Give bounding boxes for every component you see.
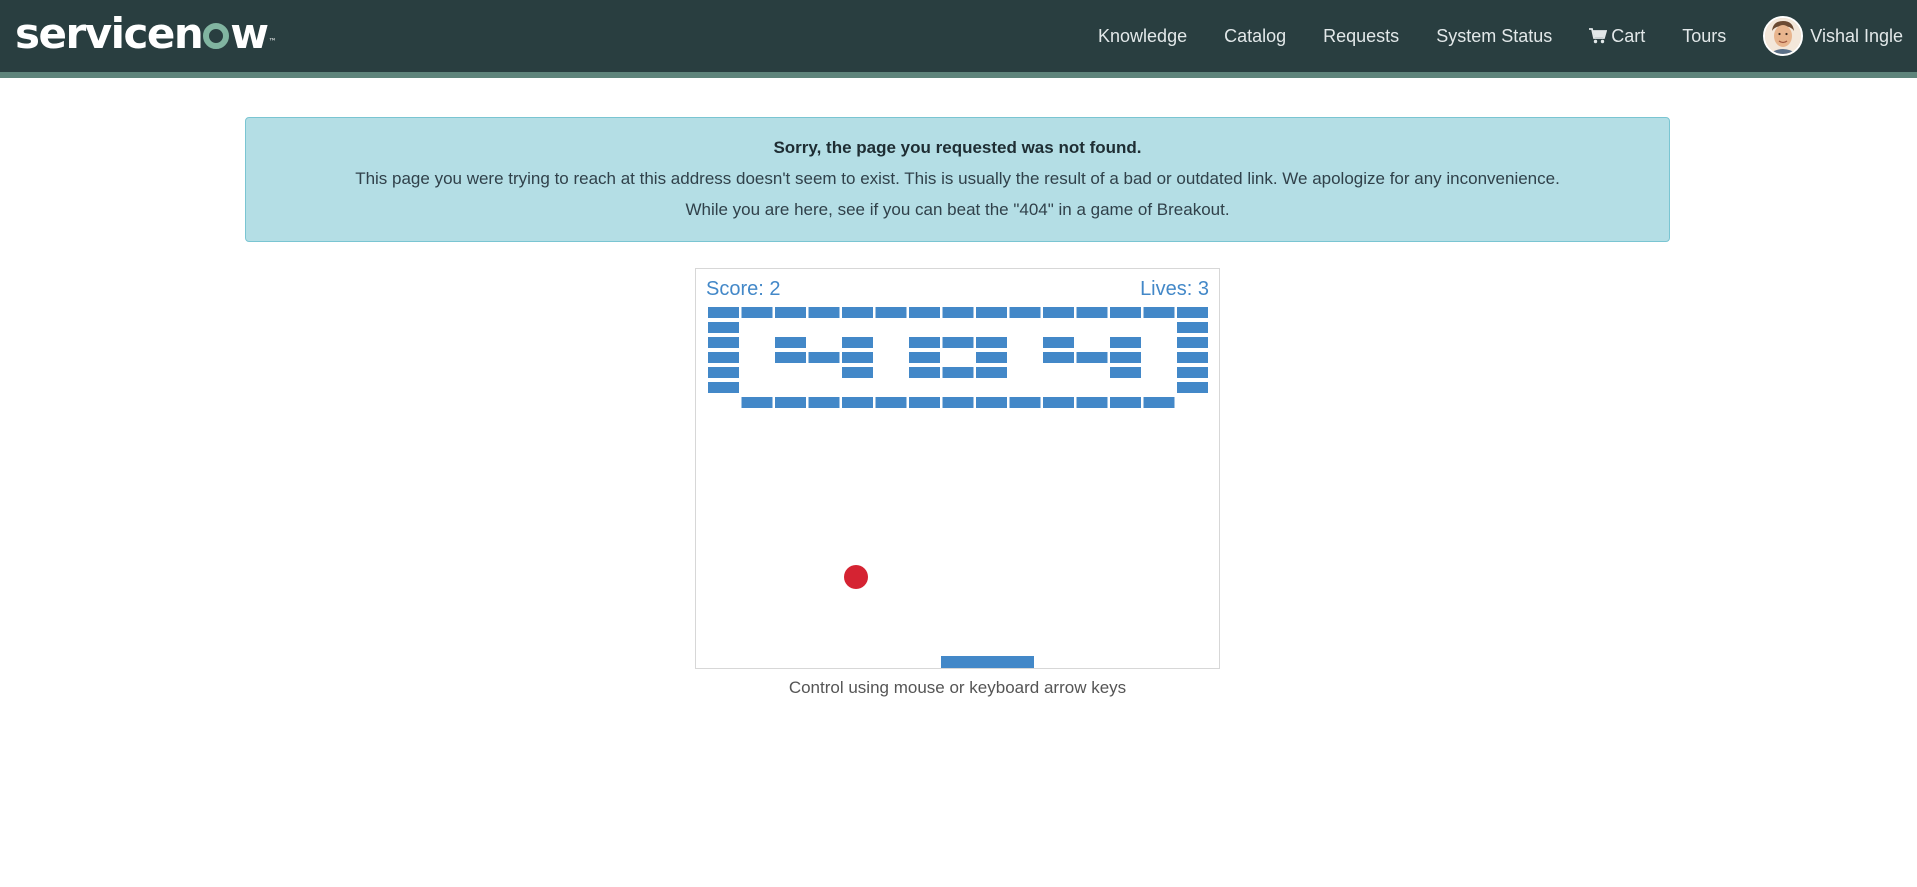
brick bbox=[1110, 367, 1141, 378]
brick bbox=[875, 307, 907, 318]
brick bbox=[1110, 307, 1141, 318]
brick bbox=[741, 307, 773, 318]
nav-tours[interactable]: Tours bbox=[1682, 26, 1726, 47]
page-not-found-alert: Sorry, the page you requested was not fo… bbox=[245, 117, 1670, 242]
brick bbox=[1177, 382, 1208, 393]
brick bbox=[909, 352, 940, 363]
brick bbox=[1143, 397, 1175, 408]
brick bbox=[842, 307, 873, 318]
game-controls-hint: Control using mouse or keyboard arrow ke… bbox=[788, 678, 1127, 697]
logo-wordmark-part-2: w bbox=[230, 8, 269, 58]
brick bbox=[708, 352, 739, 363]
brick bbox=[909, 337, 940, 348]
nav-catalog[interactable]: Catalog bbox=[1224, 26, 1286, 47]
logo-o-ring-icon bbox=[203, 23, 230, 49]
logo-trademark: ™ bbox=[268, 37, 277, 46]
brick bbox=[1076, 352, 1108, 363]
brick bbox=[808, 352, 840, 363]
alert-game-prompt: While you are here, see if you can beat … bbox=[685, 200, 1230, 219]
servicenow-logo[interactable]: servicen w ™ bbox=[15, 8, 277, 58]
brick bbox=[909, 397, 940, 408]
main-nav: Knowledge Catalog Requests System Status… bbox=[1061, 0, 1903, 72]
brick bbox=[1043, 352, 1074, 363]
brick bbox=[875, 397, 907, 408]
brick bbox=[741, 397, 773, 408]
brick bbox=[1043, 397, 1074, 408]
brick bbox=[976, 352, 1007, 363]
breakout-game-svg[interactable]: Score: 2 Lives: 3 bbox=[696, 269, 1219, 668]
game-paddle[interactable] bbox=[941, 656, 1034, 668]
brick bbox=[942, 337, 974, 348]
brick bbox=[942, 397, 974, 408]
brick bbox=[1177, 322, 1208, 333]
brick bbox=[1110, 337, 1141, 348]
brick bbox=[708, 307, 739, 318]
brick bbox=[708, 382, 739, 393]
logo-wordmark-part-1: servicen bbox=[15, 8, 204, 58]
brick bbox=[1076, 397, 1108, 408]
brick bbox=[1009, 397, 1041, 408]
nav-requests[interactable]: Requests bbox=[1323, 26, 1399, 47]
brick bbox=[775, 397, 806, 408]
brick bbox=[976, 337, 1007, 348]
brick bbox=[775, 352, 806, 363]
nav-system-status[interactable]: System Status bbox=[1436, 26, 1552, 47]
brick bbox=[842, 397, 873, 408]
alert-message: This page you were trying to reach at th… bbox=[355, 169, 1560, 188]
nav-knowledge[interactable]: Knowledge bbox=[1098, 26, 1187, 47]
user-menu[interactable]: Vishal Ingle bbox=[1763, 16, 1903, 56]
game-lives: Lives: 3 bbox=[1140, 278, 1209, 300]
user-photo-icon bbox=[1765, 18, 1802, 54]
avatar bbox=[1763, 16, 1804, 56]
brick bbox=[775, 337, 806, 348]
brick bbox=[1177, 337, 1208, 348]
brick bbox=[1110, 397, 1141, 408]
brick bbox=[808, 397, 840, 408]
brick bbox=[976, 397, 1007, 408]
brick bbox=[1043, 337, 1074, 348]
brick bbox=[942, 367, 974, 378]
brick bbox=[976, 307, 1007, 318]
brick bbox=[1143, 307, 1175, 318]
brick bbox=[775, 307, 806, 318]
brick bbox=[1177, 307, 1208, 318]
brick bbox=[976, 367, 1007, 378]
brick-wall bbox=[708, 307, 1208, 408]
brick bbox=[1076, 307, 1108, 318]
brick bbox=[808, 307, 840, 318]
game-score: Score: 2 bbox=[706, 278, 780, 300]
brick bbox=[842, 352, 873, 363]
alert-title: Sorry, the page you requested was not fo… bbox=[773, 138, 1142, 157]
brick bbox=[708, 337, 739, 348]
brick bbox=[842, 337, 873, 348]
brick bbox=[909, 367, 940, 378]
shopping-cart-icon bbox=[1589, 28, 1608, 44]
nav-cart-label: Cart bbox=[1611, 25, 1646, 46]
nav-cart[interactable]: Cart bbox=[1589, 26, 1645, 47]
brick bbox=[1177, 352, 1208, 363]
game-ball bbox=[844, 565, 868, 589]
brick bbox=[942, 307, 974, 318]
brick bbox=[1043, 307, 1074, 318]
user-name: Vishal Ingle bbox=[1810, 25, 1903, 46]
brick bbox=[708, 367, 739, 378]
brick bbox=[909, 307, 940, 318]
brick bbox=[1009, 307, 1041, 318]
top-navigation-bar: servicen w ™ Knowledge Catalog Requests Sy… bbox=[0, 0, 1917, 78]
brick bbox=[1110, 352, 1141, 363]
brick bbox=[1177, 367, 1208, 378]
breakout-game-canvas[interactable]: Score: 2 Lives: 3 bbox=[695, 268, 1220, 669]
brick bbox=[842, 367, 873, 378]
brick bbox=[708, 322, 739, 333]
